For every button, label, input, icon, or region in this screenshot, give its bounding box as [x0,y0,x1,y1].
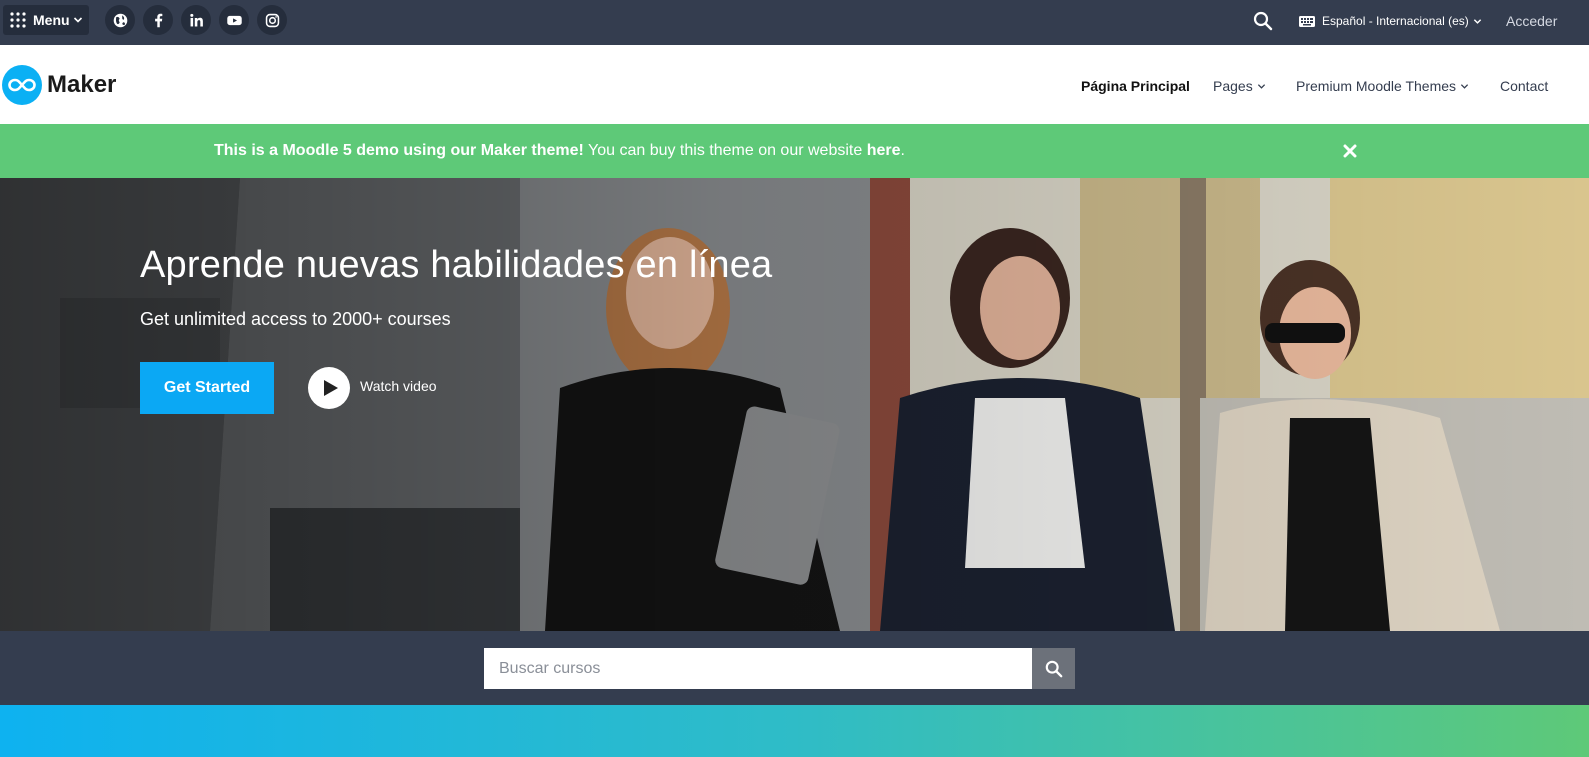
nav-item-premium-themes[interactable]: Premium Moodle Themes [1296,78,1469,94]
play-icon [323,380,338,396]
search-icon[interactable] [1253,11,1273,31]
alert-here-link[interactable]: here [867,142,901,159]
language-label: Español - Internacional (es) [1322,14,1469,28]
hero-section: Aprende nuevas habilidades en línea Get … [0,178,1589,631]
apps-menu-label: Menu [33,12,70,28]
nav-item-home[interactable]: Página Principal [1081,78,1190,94]
youtube-link[interactable] [219,5,249,35]
alert-text: You can buy this theme on our website [583,142,867,159]
main-navbar: Maker Página Principal Pages Premium Moo… [0,45,1589,124]
login-link[interactable]: Acceder [1506,13,1557,29]
chevron-down-icon [73,17,82,23]
chevron-down-icon [1473,18,1481,24]
course-search-button[interactable] [1032,648,1075,689]
globe-link[interactable] [105,5,135,35]
language-selector[interactable]: Español - Internacional (es) [1299,12,1482,30]
course-search-input[interactable] [484,648,1032,689]
nav-item-label: Contact [1500,78,1549,94]
nav-item-label: Premium Moodle Themes [1296,78,1457,94]
alert-bold-text: This is a Moodle 5 demo using our Maker … [214,142,584,159]
alert-message: This is a Moodle 5 demo using our Maker … [214,142,905,160]
nav-item-contact[interactable]: Contact [1500,78,1548,94]
linkedin-icon [189,13,203,26]
logo[interactable] [2,65,42,105]
chevron-down-icon [1257,83,1265,89]
globe-icon [113,13,127,27]
apps-menu-button[interactable]: Menu [3,5,89,35]
search-icon [1045,660,1062,677]
hero-subtitle: Get unlimited access to 2000+ courses [140,309,451,329]
grid-icon [10,12,26,28]
instagram-icon [265,13,279,27]
nav-item-label: Pages [1213,78,1253,94]
nav-item-pages[interactable]: Pages [1213,78,1266,94]
close-icon[interactable] [1343,144,1357,158]
hero-title: Aprende nuevas habilidades en línea [140,244,773,286]
brand-name[interactable]: Maker [47,71,116,99]
demo-alert-banner: This is a Moodle 5 demo using our Maker … [0,124,1589,178]
watch-video-label: Watch video [360,378,437,394]
alert-end: . [900,142,905,159]
course-search-band [0,631,1589,705]
gradient-section [0,705,1589,757]
facebook-link[interactable] [143,5,173,35]
instagram-link[interactable] [257,5,287,35]
watch-video-button[interactable]: Watch video [308,367,437,409]
chevron-down-icon [1460,83,1469,89]
keyboard-icon [1299,15,1315,27]
facebook-icon [154,13,162,27]
linkedin-link[interactable] [181,5,211,35]
get-started-button[interactable]: Get Started [140,362,274,414]
top-bar: Menu Español - Internacional (es) Accede… [0,0,1589,45]
play-button[interactable] [308,367,350,409]
youtube-icon [226,15,242,25]
infinity-logo-icon [8,78,36,92]
nav-item-label: Página Principal [1081,78,1190,94]
